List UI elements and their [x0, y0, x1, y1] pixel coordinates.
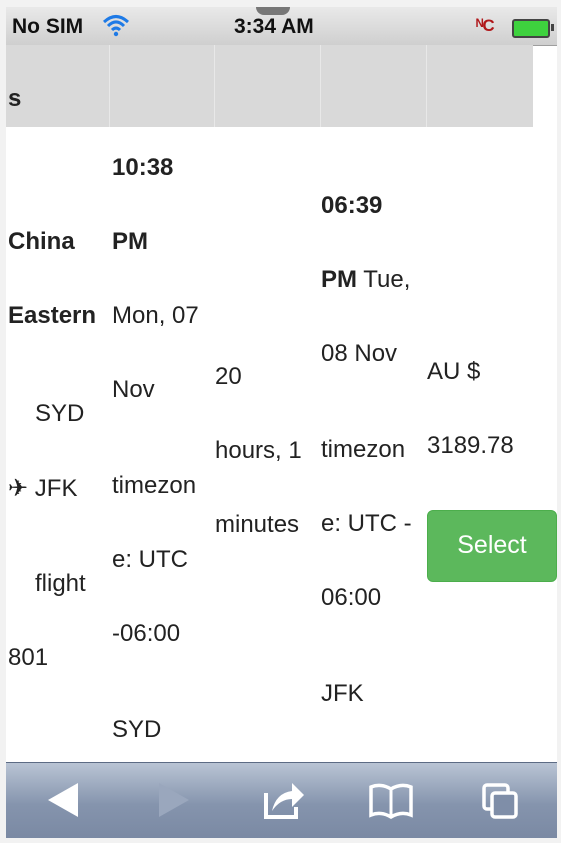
- back-arrow-icon[interactable]: [38, 777, 88, 823]
- arrive-timezone: 06:00: [321, 584, 382, 611]
- header-divider: [214, 45, 215, 127]
- depart-airport: SYD: [112, 716, 162, 743]
- header-text: s: [8, 85, 22, 112]
- plane-icon: ✈: [8, 475, 35, 502]
- depart-date: Nov: [112, 376, 155, 403]
- wifi-icon: [102, 15, 130, 37]
- arrive-timezone: e: UTC -: [321, 510, 412, 537]
- arrive-timezone: timezon: [321, 436, 406, 463]
- duration: minutes: [215, 511, 300, 538]
- depart-timezone: -06:00: [112, 620, 181, 647]
- airline-name: China: [8, 228, 75, 255]
- header-divider: [109, 45, 110, 127]
- airline-name: Eastern: [8, 302, 97, 329]
- route-destination-code: JFK: [34, 475, 78, 502]
- status-time: 3:34 AM: [234, 15, 314, 38]
- header-divider: [426, 45, 427, 127]
- header-divider: [320, 45, 321, 127]
- route-origin: SYD: [35, 400, 85, 427]
- duration: hours, 1: [215, 437, 302, 464]
- bookmarks-book-icon[interactable]: [366, 777, 416, 823]
- depart-time: 10:38: [112, 154, 174, 181]
- browser-toolbar: [6, 762, 557, 838]
- arrive-time: 06:39: [321, 192, 383, 219]
- flight-label: flight: [35, 570, 86, 597]
- duration: 20: [215, 363, 242, 390]
- arrive-date: 08 Nov: [321, 340, 398, 367]
- screen: No SIM 3:34 AM ᴺC s China Eastern SYD ✈ …: [6, 7, 557, 838]
- arrive-time-period: PM: [321, 266, 357, 293]
- arrive-day: Tue,: [357, 266, 411, 293]
- select-button[interactable]: Select: [427, 510, 557, 582]
- flight-number: 801: [8, 644, 49, 671]
- price-value: 3189.78: [427, 432, 514, 459]
- depart-date: Mon, 07: [112, 302, 199, 329]
- route-destination: ✈ JFK: [8, 474, 77, 503]
- tabs-pages-icon[interactable]: [476, 777, 526, 823]
- depart-timezone: e: UTC: [112, 546, 189, 573]
- app-indicator-icon: ᴺC: [476, 16, 495, 35]
- carrier-label: No SIM: [12, 15, 84, 38]
- forward-arrow-icon[interactable]: [149, 777, 199, 823]
- arrive-time-day: PM Tue,: [321, 266, 410, 294]
- depart-timezone: timezon: [112, 472, 197, 499]
- depart-time-period: PM: [112, 228, 148, 255]
- pull-tab: [256, 7, 290, 15]
- table-header-row: [6, 45, 533, 127]
- share-icon[interactable]: [258, 777, 308, 823]
- device-frame: No SIM 3:34 AM ᴺC s China Eastern SYD ✈ …: [0, 0, 561, 843]
- price-currency: AU $: [427, 358, 481, 385]
- arrive-airport: JFK: [321, 680, 364, 707]
- battery-charging-icon: [512, 19, 554, 38]
